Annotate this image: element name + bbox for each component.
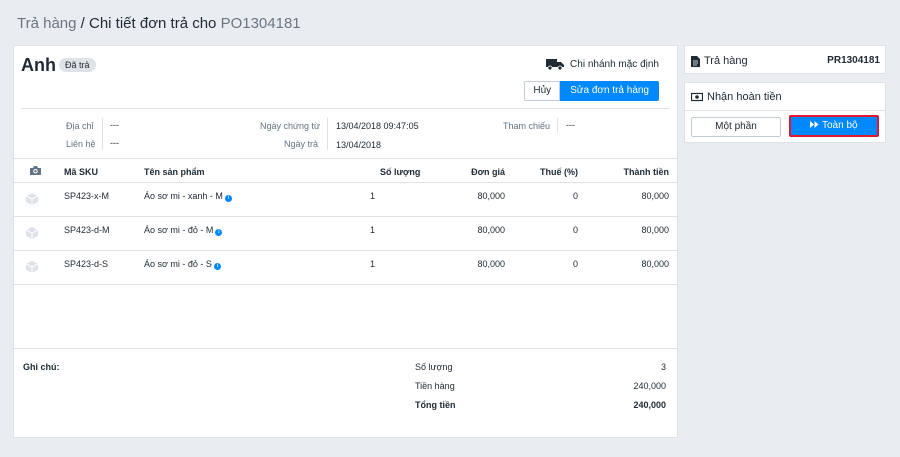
breadcrumb-parent[interactable]: Trả hàng [17, 15, 76, 32]
line-items-table: Mã SKU Tên sản phẩm Số lượng Đơn giá Thu… [14, 158, 677, 285]
divider [327, 118, 328, 150]
table-row: SP423-d-S Áo sơ mi - đỏ - Si 1 80,000 0 … [14, 251, 677, 285]
table-row: SP423-d-M Áo sơ mi - đỏ - Mi 1 80,000 0 … [14, 217, 677, 251]
divider [21, 108, 670, 109]
info-icon[interactable]: i [224, 195, 232, 202]
address-label: Địa chỉ [66, 121, 94, 131]
return-order-card: Anh Đã trả Chi nhánh mặc định Hủy Sửa đơ… [13, 45, 678, 438]
breadcrumb-separator: / [76, 15, 89, 32]
order-actions: Hủy Sửa đơn trả hàng [524, 81, 659, 101]
divider [14, 348, 677, 349]
row-qty: 1 [370, 191, 376, 201]
reference-label: Tham chiếu [503, 121, 551, 131]
contact-label: Liên hệ [66, 139, 96, 149]
return-panel-title: Trả hàng [691, 55, 748, 67]
row-name[interactable]: Áo sơ mi - đỏ - Mi [144, 225, 223, 236]
refund-label: Nhận hoàn tiền [707, 91, 782, 103]
row-qty: 1 [370, 225, 376, 235]
divider [685, 110, 885, 111]
table-header: Mã SKU Tên sản phẩm Số lượng Đơn giá Thu… [14, 158, 677, 183]
voucher-date-value: 13/04/2018 09:47:05 [336, 121, 419, 131]
divider [557, 118, 558, 133]
voucher-date-label: Ngày chứng từ [260, 121, 321, 131]
money-icon [691, 92, 703, 102]
refund-panel-title: Nhận hoàn tiền [691, 91, 782, 103]
return-date-label: Ngày trả [284, 139, 319, 149]
row-qty: 1 [370, 259, 376, 269]
header-qty: Số lượng [380, 167, 421, 177]
note-label: Ghi chú: [23, 362, 60, 372]
row-price: 80,000 [477, 191, 505, 201]
row-total: 80,000 [641, 259, 669, 269]
partial-refund-button[interactable]: Một phần [691, 117, 781, 137]
edit-return-button[interactable]: Sửa đơn trả hàng [560, 81, 659, 101]
row-name[interactable]: Áo sơ mi - đỏ - Si [144, 259, 221, 270]
summary-total-label: Tổng tiền [415, 400, 456, 410]
breadcrumb-current: Chi tiết đơn trả cho [89, 15, 221, 32]
return-code[interactable]: PR1304181 [827, 55, 880, 66]
row-tax: 0 [572, 225, 578, 235]
document-icon [691, 55, 700, 67]
info-icon[interactable]: i [213, 263, 221, 270]
header-price: Đơn giá [471, 167, 505, 177]
camera-icon [30, 166, 41, 175]
refund-panel: Nhận hoàn tiền Một phần Toàn bộ [684, 82, 886, 143]
row-tax: 0 [572, 191, 578, 201]
table-row: SP423-x-M Áo sơ mi - xanh - Mi 1 80,000 … [14, 183, 677, 217]
product-image-placeholder-icon [25, 193, 39, 205]
customer-name[interactable]: Anh [21, 55, 56, 76]
branch-info: Chi nhánh mặc định [546, 58, 659, 70]
product-name[interactable]: Áo sơ mi - xanh - M [144, 191, 223, 201]
header-total: Thành tiền [623, 167, 670, 177]
contact-value: --- [110, 138, 119, 148]
divider [102, 118, 103, 150]
row-tax: 0 [572, 259, 578, 269]
breadcrumb-order-code: PO1304181 [220, 15, 301, 32]
info-icon[interactable]: i [215, 229, 223, 236]
address-value: --- [110, 120, 119, 130]
summary-subtotal-value: 240,000 [633, 381, 666, 391]
row-sku: SP423-d-M [64, 225, 110, 235]
truck-icon [546, 59, 565, 70]
header-name: Tên sản phẩm [144, 167, 205, 177]
fast-forward-icon [810, 121, 819, 128]
return-date-value: 13/04/2018 [336, 140, 382, 150]
summary-qty-value: 3 [660, 362, 666, 372]
breadcrumb: Trả hàng / Chi tiết đơn trả cho PO130418… [17, 15, 301, 32]
header-sku: Mã SKU [64, 167, 99, 177]
row-price: 80,000 [477, 259, 505, 269]
row-sku: SP423-x-M [64, 191, 110, 201]
full-refund-button[interactable]: Toàn bộ [789, 115, 879, 137]
row-sku: SP423-d-S [64, 259, 109, 269]
return-label: Trả hàng [704, 55, 748, 67]
row-total: 80,000 [641, 225, 669, 235]
row-total: 80,000 [641, 191, 669, 201]
reference-value: --- [566, 120, 575, 130]
product-image-placeholder-icon [25, 227, 39, 239]
cancel-button[interactable]: Hủy [524, 81, 561, 101]
header-tax: Thuế (%) [540, 167, 578, 177]
return-panel: Trả hàng PR1304181 [684, 45, 886, 74]
branch-label: Chi nhánh mặc định [570, 58, 659, 70]
summary-total-value: 240,000 [633, 400, 666, 410]
full-refund-label: Toàn bộ [822, 120, 858, 131]
product-image-placeholder-icon [25, 261, 39, 273]
product-name[interactable]: Áo sơ mi - đỏ - S [144, 259, 212, 269]
row-name[interactable]: Áo sơ mi - xanh - Mi [144, 191, 232, 202]
status-badge: Đã trả [59, 58, 96, 72]
summary-qty-label: Số lượng [415, 362, 453, 372]
summary-subtotal-label: Tiền hàng [415, 381, 455, 391]
product-name[interactable]: Áo sơ mi - đỏ - M [144, 225, 213, 235]
row-price: 80,000 [477, 225, 505, 235]
